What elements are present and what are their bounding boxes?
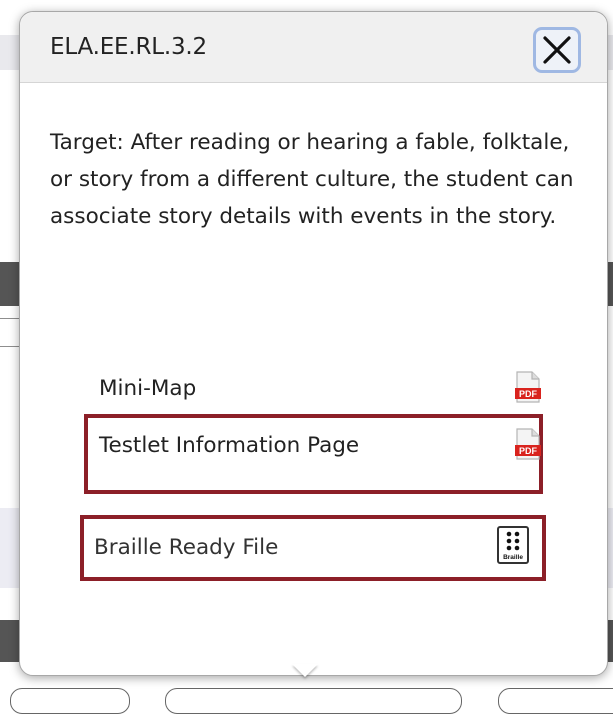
bg-divider [0, 318, 19, 319]
target-description: Target: After reading or hearing a fable… [50, 130, 574, 229]
testlet-information-page-link[interactable]: Testlet Information Page [99, 433, 359, 458]
mini-map-link[interactable]: Mini-Map [99, 376, 196, 401]
pdf-icon[interactable]: PDF [514, 428, 542, 460]
bg-header-strip-left [0, 35, 19, 70]
popup-pointer-arrow [292, 664, 318, 677]
bg-tab [10, 688, 130, 714]
svg-text:PDF: PDF [519, 446, 538, 456]
svg-text:PDF: PDF [519, 389, 538, 399]
standard-popup-dialog: ELA.EE.RL.3.2 Target: After reading or h… [19, 11, 608, 676]
close-button[interactable] [533, 27, 581, 73]
popup-title: ELA.EE.RL.3.2 [50, 34, 207, 60]
close-icon [543, 36, 571, 64]
svg-text:Braille: Braille [503, 554, 523, 561]
braille-ready-file-link[interactable]: Braille Ready File [94, 535, 278, 560]
bg-tab [165, 688, 462, 714]
pdf-icon[interactable]: PDF [514, 371, 542, 403]
bg-divider [0, 346, 19, 347]
braille-icon[interactable]: Braille [497, 526, 529, 564]
bg-dark-row-left-2 [0, 620, 19, 662]
popup-header: ELA.EE.RL.3.2 [20, 12, 607, 83]
bg-strip-left [0, 508, 19, 588]
bg-dark-row-left [0, 262, 19, 306]
bg-tab [498, 688, 613, 714]
